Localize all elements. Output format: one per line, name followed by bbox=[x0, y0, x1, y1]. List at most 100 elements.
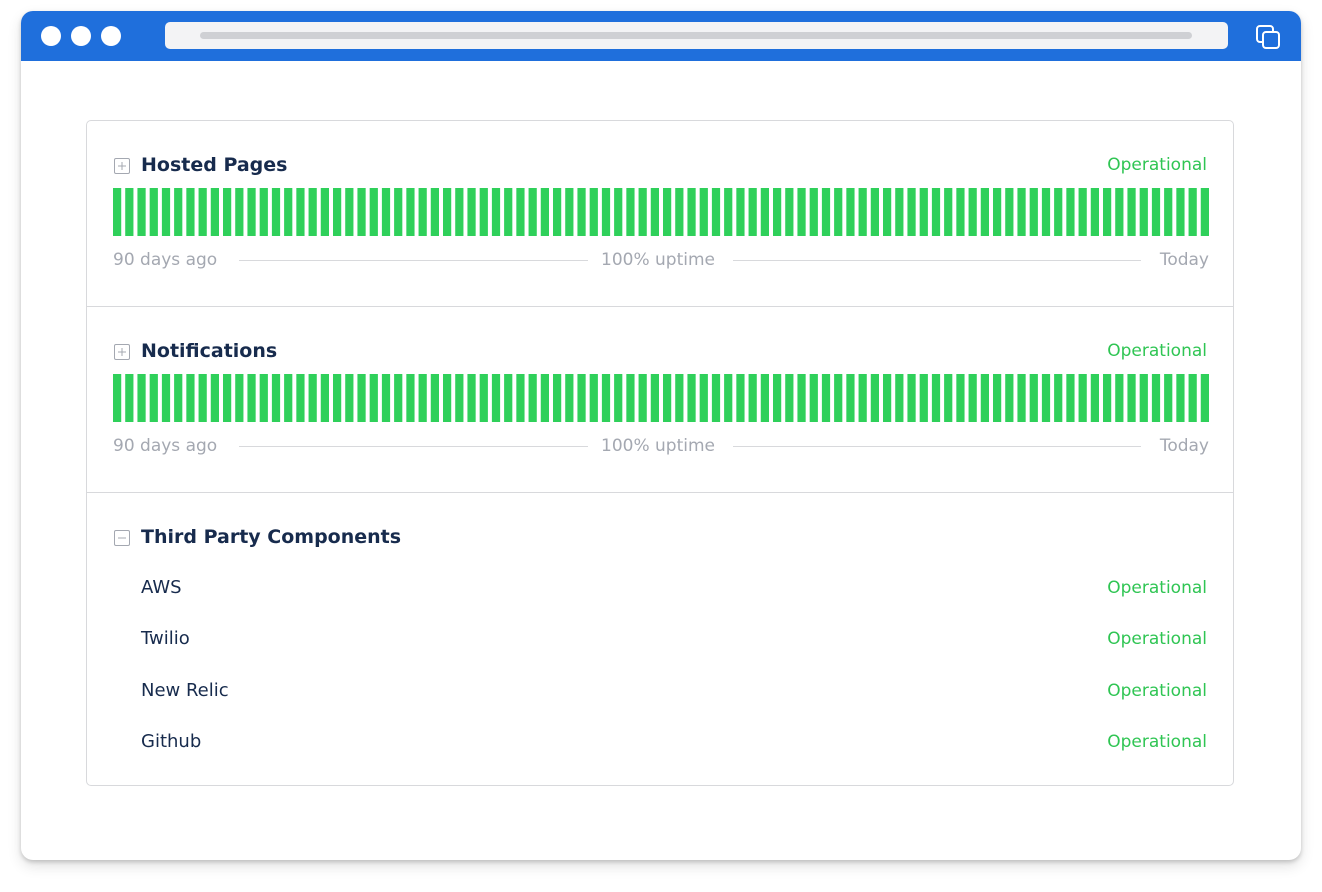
uptime-day-bar[interactable] bbox=[1151, 188, 1161, 236]
uptime-day-bar[interactable] bbox=[577, 374, 586, 422]
uptime-day-bar[interactable] bbox=[223, 374, 232, 422]
uptime-day-bar[interactable] bbox=[809, 188, 818, 236]
uptime-day-bar[interactable] bbox=[1200, 374, 1209, 422]
uptime-day-bar[interactable] bbox=[919, 188, 928, 236]
uptime-day-bar[interactable] bbox=[467, 374, 476, 422]
uptime-day-bar[interactable] bbox=[883, 188, 892, 236]
uptime-day-bar[interactable] bbox=[1103, 188, 1112, 236]
uptime-day-bar[interactable] bbox=[418, 374, 427, 422]
window-dot-minimize[interactable] bbox=[71, 26, 91, 46]
uptime-day-bar[interactable] bbox=[1005, 374, 1014, 422]
component-title[interactable]: Hosted Pages bbox=[141, 153, 287, 177]
uptime-day-bar[interactable] bbox=[174, 374, 183, 422]
uptime-day-bar[interactable] bbox=[699, 188, 708, 236]
uptime-day-bar[interactable] bbox=[333, 188, 342, 236]
uptime-day-bar[interactable] bbox=[614, 374, 623, 422]
uptime-day-bar[interactable] bbox=[406, 188, 415, 236]
uptime-day-bar[interactable] bbox=[443, 188, 452, 236]
uptime-day-bar[interactable] bbox=[161, 188, 171, 236]
uptime-day-bar[interactable] bbox=[993, 188, 1002, 236]
uptime-day-bar[interactable] bbox=[993, 374, 1002, 422]
uptime-day-bar[interactable] bbox=[504, 374, 513, 422]
uptime-day-bar[interactable] bbox=[259, 374, 268, 422]
uptime-day-bar[interactable] bbox=[834, 374, 843, 422]
uptime-day-bar[interactable] bbox=[1029, 374, 1038, 422]
uptime-day-bar[interactable] bbox=[345, 374, 354, 422]
uptime-day-bar[interactable] bbox=[271, 188, 281, 236]
uptime-day-bar[interactable] bbox=[491, 188, 501, 236]
uptime-day-bar[interactable] bbox=[797, 374, 806, 422]
uptime-day-bar[interactable] bbox=[907, 374, 916, 422]
uptime-day-bar[interactable] bbox=[137, 188, 146, 236]
uptime-day-bar[interactable] bbox=[687, 188, 696, 236]
uptime-day-bar[interactable] bbox=[1090, 374, 1099, 422]
component-title[interactable]: Notifications bbox=[141, 339, 277, 363]
uptime-day-bar[interactable] bbox=[944, 188, 953, 236]
uptime-day-bar[interactable] bbox=[1054, 374, 1063, 422]
uptime-day-bar[interactable] bbox=[406, 374, 415, 422]
uptime-day-bar[interactable] bbox=[467, 188, 476, 236]
uptime-day-bar[interactable] bbox=[1041, 188, 1051, 236]
uptime-day-bar[interactable] bbox=[687, 374, 696, 422]
uptime-day-bar[interactable] bbox=[748, 374, 757, 422]
uptime-day-bar[interactable] bbox=[773, 188, 782, 236]
uptime-day-bar[interactable] bbox=[516, 188, 525, 236]
uptime-day-bar[interactable] bbox=[357, 374, 366, 422]
uptime-day-bar[interactable] bbox=[785, 188, 794, 236]
uptime-day-bar[interactable] bbox=[1066, 188, 1075, 236]
uptime-day-bar[interactable] bbox=[663, 188, 672, 236]
uptime-day-bar[interactable] bbox=[1188, 188, 1197, 236]
uptime-day-bar[interactable] bbox=[284, 374, 293, 422]
uptime-day-bar[interactable] bbox=[638, 374, 647, 422]
component-group-title[interactable]: Third Party Components bbox=[141, 525, 401, 549]
uptime-day-bar[interactable] bbox=[773, 374, 782, 422]
uptime-day-bar[interactable] bbox=[846, 374, 855, 422]
uptime-day-bar[interactable] bbox=[809, 374, 818, 422]
uptime-day-bar[interactable] bbox=[614, 188, 623, 236]
uptime-day-bar[interactable] bbox=[113, 374, 122, 422]
uptime-day-bar[interactable] bbox=[296, 188, 305, 236]
uptime-day-bar[interactable] bbox=[980, 374, 989, 422]
uptime-day-bar[interactable] bbox=[320, 374, 329, 422]
uptime-day-bar[interactable] bbox=[455, 188, 464, 236]
copy-window-icon[interactable] bbox=[1255, 24, 1281, 50]
uptime-day-bar[interactable] bbox=[1115, 188, 1124, 236]
uptime-day-bar[interactable] bbox=[760, 374, 769, 422]
uptime-day-bar[interactable] bbox=[968, 188, 977, 236]
address-bar[interactable] bbox=[165, 22, 1228, 49]
uptime-day-bar[interactable] bbox=[394, 188, 403, 236]
uptime-day-bar[interactable] bbox=[1188, 374, 1197, 422]
uptime-day-bar[interactable] bbox=[296, 374, 305, 422]
uptime-day-bar[interactable] bbox=[516, 374, 525, 422]
uptime-day-bar[interactable] bbox=[1041, 374, 1051, 422]
uptime-day-bar[interactable] bbox=[601, 374, 611, 422]
uptime-day-bar[interactable] bbox=[675, 188, 684, 236]
uptime-day-bar[interactable] bbox=[210, 188, 219, 236]
uptime-day-bar[interactable] bbox=[504, 188, 513, 236]
uptime-day-bar[interactable] bbox=[174, 188, 183, 236]
expand-plus-icon[interactable] bbox=[114, 158, 130, 174]
uptime-day-bar[interactable] bbox=[1078, 188, 1087, 236]
uptime-day-bar[interactable] bbox=[320, 188, 329, 236]
uptime-day-bar[interactable] bbox=[1078, 374, 1087, 422]
uptime-day-bar[interactable] bbox=[223, 188, 232, 236]
window-dot-maximize[interactable] bbox=[101, 26, 121, 46]
uptime-day-bar[interactable] bbox=[565, 188, 574, 236]
uptime-day-bar[interactable] bbox=[345, 188, 354, 236]
uptime-day-bar[interactable] bbox=[821, 188, 831, 236]
uptime-day-bar[interactable] bbox=[1151, 374, 1161, 422]
uptime-day-bar[interactable] bbox=[137, 374, 146, 422]
uptime-day-bar[interactable] bbox=[443, 374, 452, 422]
uptime-day-bar[interactable] bbox=[663, 374, 672, 422]
uptime-day-bar[interactable] bbox=[589, 188, 598, 236]
window-dot-close[interactable] bbox=[41, 26, 61, 46]
uptime-day-bar[interactable] bbox=[601, 188, 611, 236]
uptime-day-bar[interactable] bbox=[650, 188, 659, 236]
uptime-day-bar[interactable] bbox=[1090, 188, 1099, 236]
uptime-day-bar[interactable] bbox=[113, 188, 122, 236]
uptime-day-bar[interactable] bbox=[931, 188, 941, 236]
uptime-day-bar[interactable] bbox=[528, 374, 537, 422]
uptime-day-bar[interactable] bbox=[895, 374, 904, 422]
uptime-day-bar[interactable] bbox=[907, 188, 916, 236]
uptime-day-bar[interactable] bbox=[149, 374, 158, 422]
